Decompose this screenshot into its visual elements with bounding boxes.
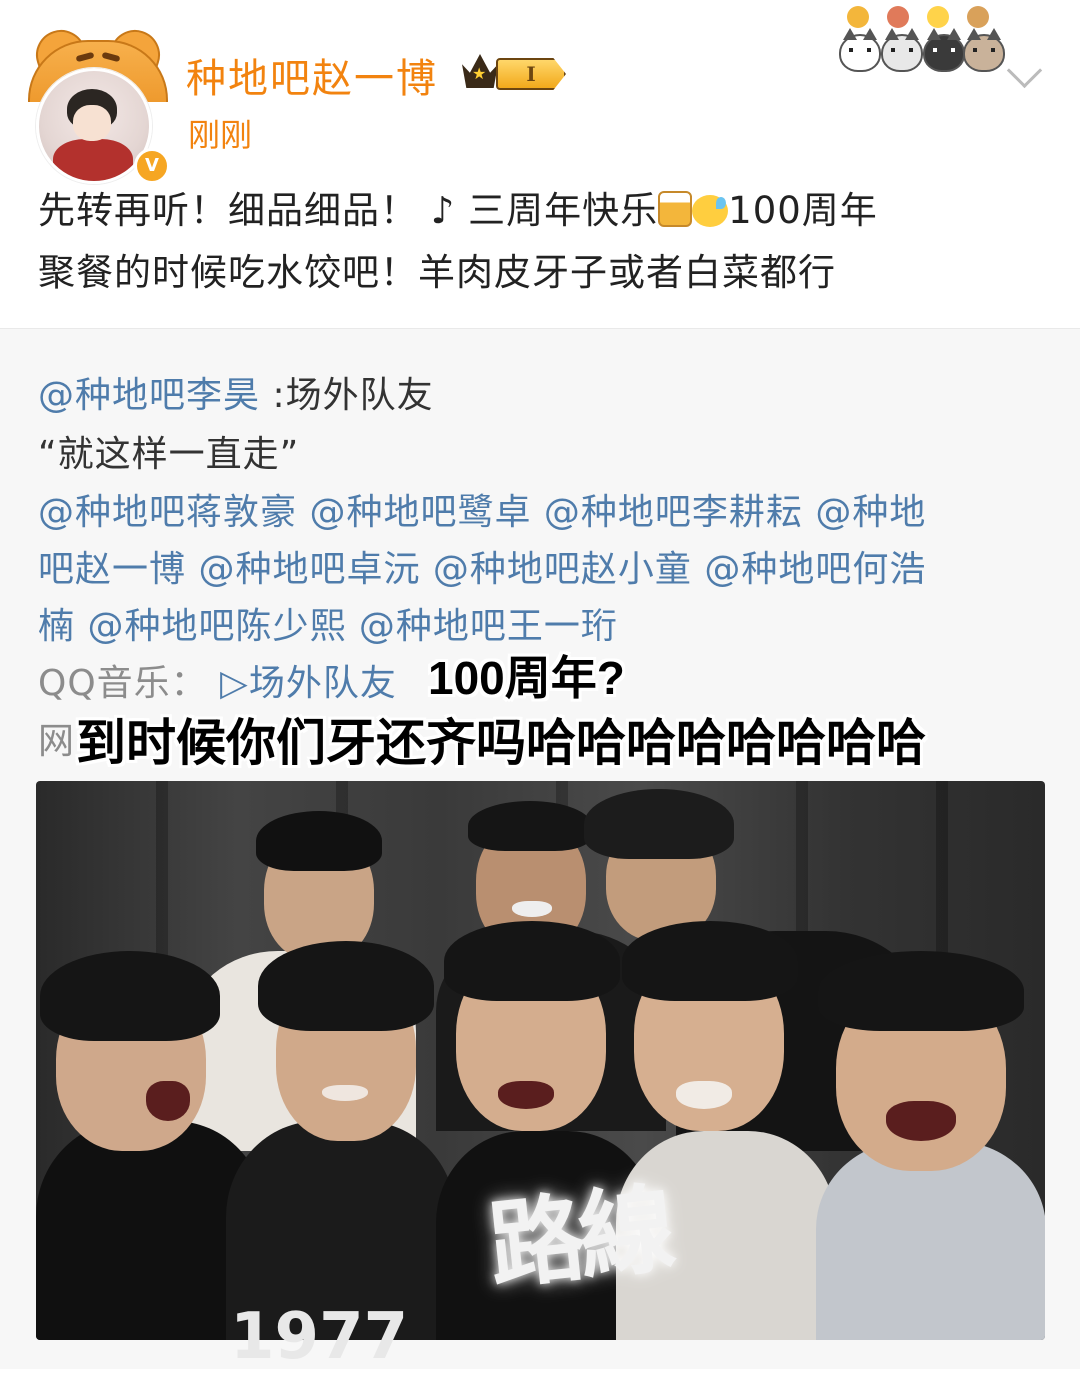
repost-author-link[interactable]: @种地吧李昊 xyxy=(38,375,260,416)
post-timestamp: 刚刚 xyxy=(188,116,253,154)
repost-author-suffix: :场外队友 xyxy=(272,375,434,416)
music-source-label: QQ音乐： xyxy=(38,663,208,704)
hidden-line-prefix: 网 xyxy=(38,721,76,762)
post-card: V 种地吧赵一博 ★ I 刚刚 先转再听！细品细品！ ♪ 三周年快乐 100周年 … xyxy=(0,0,1080,329)
white-cat-icon xyxy=(839,28,881,72)
membership-badge[interactable]: ★ I xyxy=(462,52,572,92)
username[interactable]: 种地吧赵一博 xyxy=(186,46,438,104)
verified-badge: V xyxy=(134,148,170,184)
level-badge: I xyxy=(496,58,566,90)
beer-icon xyxy=(847,6,869,28)
beer-emoji-icon xyxy=(658,191,693,227)
tabby-cat-icon xyxy=(881,28,923,72)
music-source-line: QQ音乐： ▷场外队友 xyxy=(38,654,397,706)
cat-stickers-icon xyxy=(835,4,1005,72)
cheese-icon xyxy=(927,6,949,28)
overlay-caption-2: 到时候你们牙还齐吗哈哈哈哈哈哈哈哈 xyxy=(76,715,926,771)
avatar[interactable]: V xyxy=(28,23,170,184)
chevron-down-icon[interactable] xyxy=(1006,52,1043,89)
jersey-text: 1977 xyxy=(230,1300,409,1374)
music-note-icon: ♪ xyxy=(430,189,456,232)
drumstick-icon xyxy=(967,6,989,28)
music-link[interactable]: ▷场外队友 xyxy=(220,663,397,704)
siamese-cat-icon xyxy=(963,28,1005,72)
mentions-line-2[interactable]: 吧赵一博 @种地吧卓沅 @种地吧赵小童 @种地吧何浩 xyxy=(38,540,926,592)
repost-quote: “就这样一直走” xyxy=(38,434,300,475)
mentions-line-1[interactable]: @种地吧蒋敦豪 @种地吧鹭卓 @种地吧李耕耘 @种地 xyxy=(38,483,926,535)
laugh-tears-emoji-icon xyxy=(692,195,729,227)
post-text: 先转再听！细品细品！ ♪ 三周年快乐 100周年 聚餐的时候吃水饺吧！羊肉皮牙子或… xyxy=(38,189,878,294)
repost-author-line: @种地吧李昊 :场外队友 xyxy=(38,366,434,418)
shrimp-icon xyxy=(887,6,909,28)
black-cat-icon xyxy=(923,28,965,72)
watermark-text: 路線 xyxy=(483,1172,675,1304)
overlay-caption-1: 100周年? xyxy=(428,652,625,704)
